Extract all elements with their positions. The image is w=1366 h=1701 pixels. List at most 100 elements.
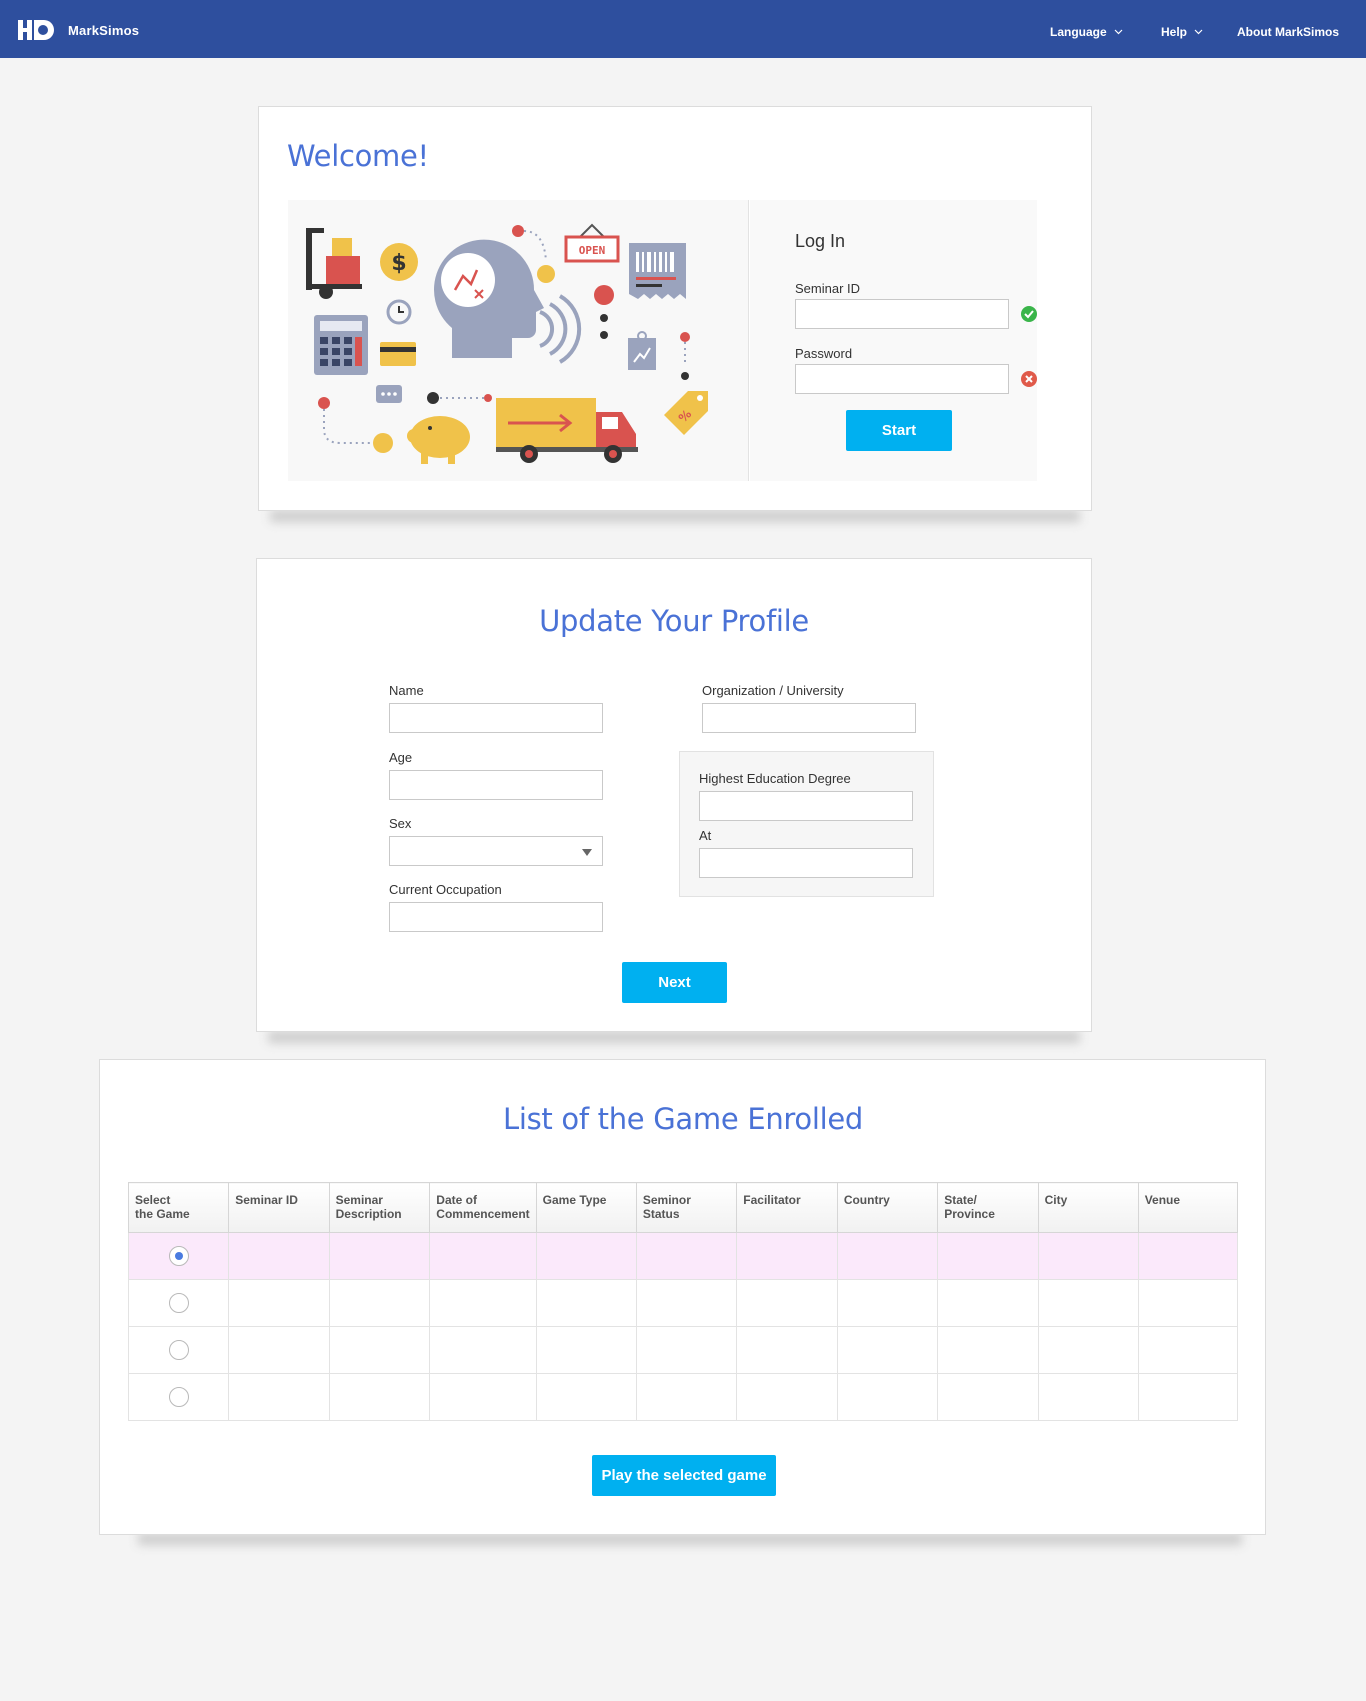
organization-input[interactable] <box>702 703 916 733</box>
table-cell <box>736 1279 838 1327</box>
table-row[interactable] <box>127 1232 1239 1280</box>
education-input[interactable] <box>699 791 913 821</box>
invalid-x-icon <box>1021 371 1037 387</box>
password-label: Password <box>795 346 853 361</box>
sex-label: Sex <box>389 816 412 831</box>
top-navbar: MarkSimos Language Help About MarkSimos <box>0 0 1366 58</box>
open-sign-icon: OPEN <box>564 223 620 263</box>
hand-truck-icon <box>306 228 362 299</box>
chevron-down-icon <box>1114 29 1123 35</box>
about-label: About MarkSimos <box>1237 25 1340 39</box>
column-header-line: City <box>1044 1193 1068 1207</box>
table-cell <box>736 1326 838 1374</box>
brand-name: MarkSimos <box>68 22 140 38</box>
table-cell <box>937 1326 1039 1374</box>
game-table: Select the Game Seminar ID Seminar Descripti… <box>127 1182 1239 1421</box>
column-header-line: Description <box>335 1207 402 1221</box>
select-cell <box>127 1279 230 1327</box>
column-header-line: Seminar ID <box>235 1193 298 1207</box>
table-cell <box>429 1232 537 1280</box>
table-cell <box>328 1326 431 1374</box>
help-menu[interactable]: Help <box>1161 25 1203 39</box>
column-header: Game Type <box>535 1182 637 1233</box>
help-label: Help <box>1161 25 1188 39</box>
column-header-line: Facilitator <box>743 1193 801 1207</box>
game-select-radio[interactable] <box>168 1387 189 1407</box>
select-cell <box>127 1373 230 1421</box>
at-label: At <box>699 828 712 843</box>
age-label: Age <box>389 750 413 765</box>
column-header: Date of Commencement <box>429 1182 537 1233</box>
column-header-line: Commencement <box>436 1207 530 1221</box>
login-panel: Log In Seminar ID Password Start <box>750 200 1037 481</box>
next-button[interactable]: Next <box>622 962 727 1003</box>
language-menu[interactable]: Language <box>1050 25 1123 39</box>
column-header: Seminor Status <box>635 1182 738 1233</box>
game-select-radio[interactable] <box>168 1246 189 1266</box>
password-input[interactable] <box>795 364 1009 394</box>
table-cell <box>836 1232 939 1280</box>
column-header-line: Date of <box>436 1193 477 1207</box>
table-cell <box>937 1373 1039 1421</box>
clipboard-chart-icon <box>628 331 656 370</box>
table-cell <box>535 1326 637 1374</box>
seminar-id-input[interactable] <box>795 299 1009 329</box>
select-cell <box>127 1326 230 1374</box>
game-select-radio[interactable] <box>168 1293 189 1313</box>
hd-logo-icon <box>18 20 54 40</box>
game-select-radio[interactable] <box>168 1340 189 1360</box>
start-button[interactable]: Start <box>846 410 952 451</box>
education-at-input[interactable] <box>699 848 913 878</box>
table-cell <box>328 1373 431 1421</box>
table-cell <box>228 1232 330 1280</box>
brand[interactable]: MarkSimos <box>18 17 139 43</box>
table-cell <box>429 1279 537 1327</box>
age-input[interactable] <box>389 770 603 800</box>
table-cell <box>228 1373 330 1421</box>
table-cell <box>1037 1373 1139 1421</box>
sex-select[interactable] <box>389 836 603 866</box>
piggy-bank-icon <box>407 416 470 464</box>
table-cell <box>429 1326 537 1374</box>
dropdown-arrow-icon <box>582 849 592 856</box>
name-input[interactable] <box>389 703 603 733</box>
calculator-icon <box>314 315 368 375</box>
occupation-input[interactable] <box>389 902 603 932</box>
column-header: Seminar Description <box>328 1182 431 1233</box>
column-header-line: Country <box>843 1193 890 1207</box>
column-header: Select the Game <box>127 1182 230 1233</box>
table-row[interactable] <box>127 1373 1239 1421</box>
table-cell <box>535 1373 637 1421</box>
table-cell <box>1037 1232 1139 1280</box>
organization-label: Organization / University <box>702 683 844 698</box>
table-cell <box>1137 1373 1239 1421</box>
delivery-truck-icon <box>496 398 638 463</box>
play-selected-game-button[interactable]: Play the selected game <box>592 1455 776 1496</box>
occupation-label: Current Occupation <box>389 882 502 897</box>
thinking-head-icon <box>434 239 544 358</box>
connector-path-truck <box>427 392 492 404</box>
select-cell <box>127 1232 230 1280</box>
game-list-title: List of the Game Enrolled <box>502 1102 864 1136</box>
seminar-id-label: Seminar ID <box>795 281 861 296</box>
game-list-card: List of the Game Enrolled Select the Game… <box>99 1059 1266 1535</box>
column-header-line: Seminar <box>335 1193 383 1207</box>
table-cell <box>328 1279 431 1327</box>
sound-waves-icon <box>539 294 582 364</box>
table-header-row: Select the Game Seminar ID Seminar Descripti… <box>127 1182 1239 1233</box>
table-cell <box>937 1232 1039 1280</box>
table-cell <box>1037 1279 1139 1327</box>
column-header-line: Province <box>944 1207 995 1221</box>
column-header-line: Select <box>135 1193 171 1207</box>
svg-text:$: $ <box>391 251 406 276</box>
welcome-card: Welcome! $ OPEN % Log In Seminar ID Pass… <box>258 106 1092 511</box>
table-row[interactable] <box>127 1326 1239 1374</box>
table-cell <box>1037 1326 1139 1374</box>
login-title: Log In <box>795 231 846 251</box>
column-header: Venue <box>1137 1182 1239 1233</box>
about-link[interactable]: About MarkSimos <box>1237 25 1339 39</box>
table-cell <box>328 1232 431 1280</box>
table-cell <box>1137 1232 1239 1280</box>
table-row[interactable] <box>127 1279 1239 1327</box>
table-cell <box>635 1326 738 1374</box>
